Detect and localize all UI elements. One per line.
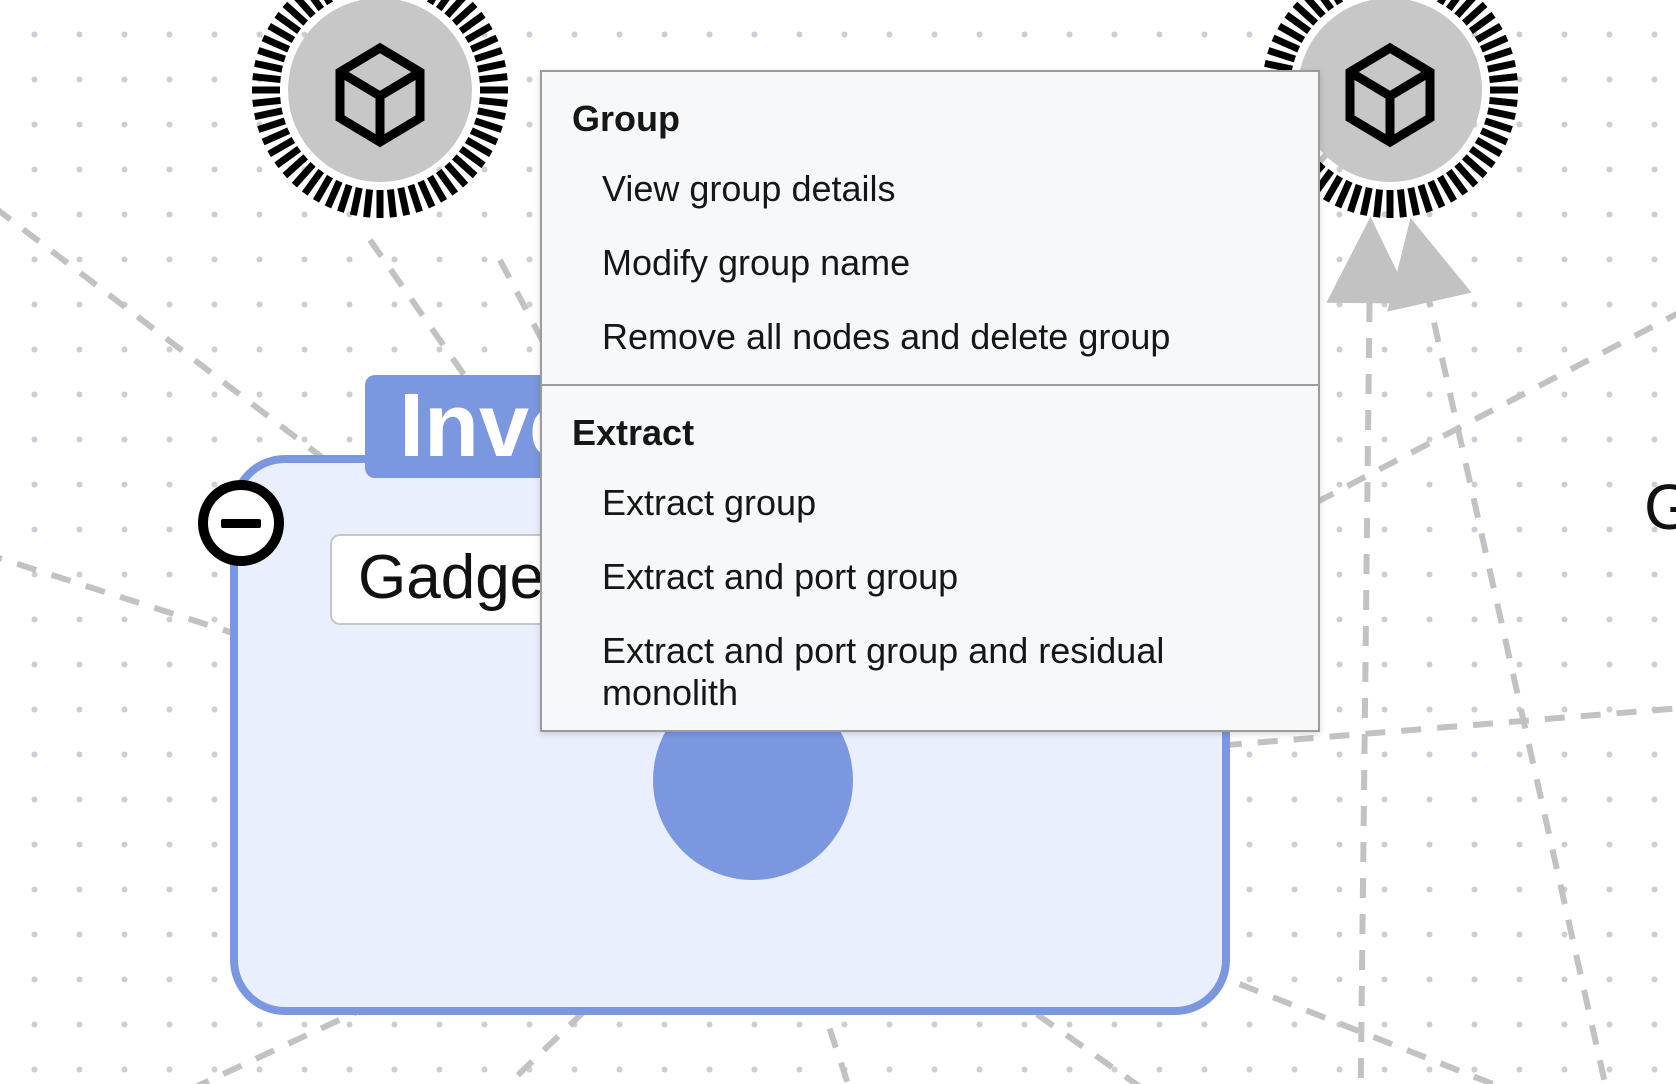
context-menu-item-modify-group-name[interactable]: Modify group name [542,226,1318,300]
context-menu-item-view-group-details[interactable]: View group details [542,152,1318,226]
collapse-group-button[interactable] [198,480,284,566]
context-menu-item-extract-and-port-group[interactable]: Extract and port group [542,540,1318,614]
context-menu-item-remove-all-nodes-delete-group[interactable]: Remove all nodes and delete group [542,300,1318,374]
module-icon-top-left[interactable] [250,0,510,220]
truncated-label-right: G [1644,470,1676,544]
context-menu[interactable]: Group View group details Modify group na… [540,70,1320,732]
context-menu-item-extract-and-port-group-and-residual-monolith[interactable]: Extract and port group and residual mono… [542,614,1318,730]
graph-canvas[interactable]: Inve Gadgets [0,0,1676,1084]
context-menu-section-header-extract: Extract [542,386,1318,466]
context-menu-section-header-group: Group [542,72,1318,152]
context-menu-item-extract-group[interactable]: Extract group [542,466,1318,540]
